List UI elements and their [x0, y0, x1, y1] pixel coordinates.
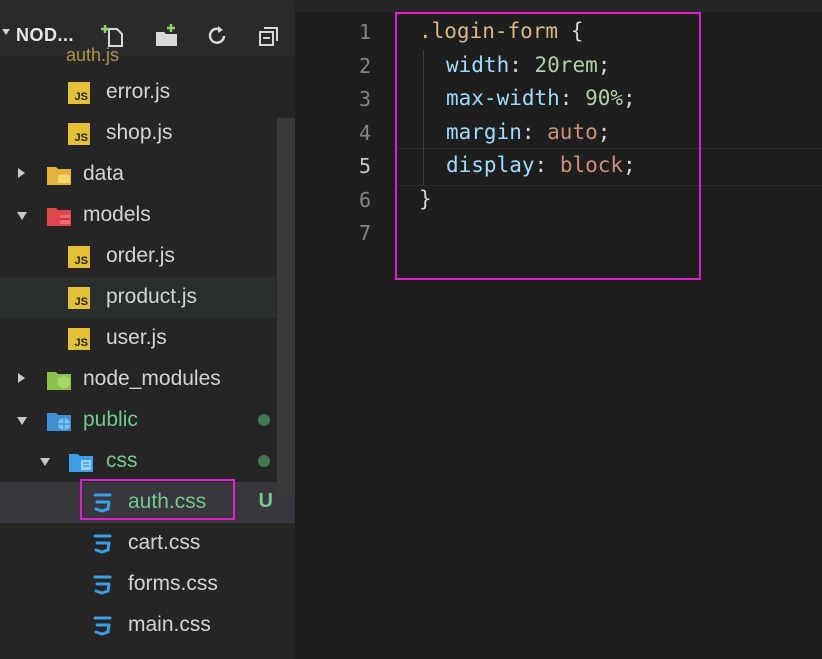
chevron-right-icon[interactable] — [18, 168, 25, 178]
tree-item-main-css[interactable]: main.css — [0, 605, 295, 646]
folder-icon — [46, 163, 74, 192]
modified-dot-icon — [258, 414, 270, 426]
tree-item-label: main.css — [128, 613, 211, 636]
refresh-icon[interactable] — [203, 22, 231, 50]
line-number: 1 — [358, 20, 371, 44]
js-badge-text: JS — [68, 328, 90, 350]
tree-item-label: shop.js — [106, 121, 173, 144]
explorer-title[interactable]: NOD... — [16, 25, 74, 46]
collapse-all-icon[interactable] — [255, 22, 283, 50]
line-number: 7 — [358, 221, 371, 245]
js-file-icon: JS — [68, 328, 90, 350]
tree-item-data[interactable]: data — [0, 154, 295, 195]
line-number: 6 — [358, 187, 371, 212]
js-badge-text: JS — [68, 123, 90, 145]
modified-dot-icon — [258, 455, 270, 467]
tree-item-label: css — [106, 449, 138, 472]
tab-bar — [295, 0, 822, 12]
folder-icon — [46, 409, 74, 438]
line-number: 4 — [358, 120, 371, 145]
annotation-box-code — [395, 12, 701, 280]
untracked-badge: U — [258, 490, 273, 512]
js-file-icon: JS — [68, 82, 90, 104]
tree-item-order-js[interactable]: JS order.js — [0, 236, 295, 277]
folder-icon — [46, 204, 74, 233]
css-file-icon — [90, 532, 114, 561]
tree-item-label: error.js — [106, 80, 171, 103]
tree-item-node-modules[interactable]: node_modules — [0, 359, 295, 400]
code-editor[interactable]: 1234567 .login-form {width: 20rem; max-wi… — [295, 0, 822, 659]
js-file-icon: JS — [68, 123, 90, 145]
tree-item-label: cart.css — [128, 531, 201, 554]
chevron-down-icon[interactable] — [17, 212, 27, 220]
tree-item-label: data — [83, 162, 124, 185]
line-number: 2 — [358, 53, 371, 78]
folder-icon — [68, 450, 96, 479]
tree-item-forms-css[interactable]: forms.css — [0, 564, 295, 605]
tree-item-label: order.js — [106, 244, 175, 267]
css-file-icon — [90, 614, 114, 643]
collapse-caret-icon[interactable] — [2, 29, 10, 35]
chevron-down-icon[interactable] — [17, 417, 27, 425]
tree-item-error-js[interactable]: JS error.js — [0, 72, 295, 113]
explorer-header: NOD... — [0, 0, 295, 56]
tree-item-models[interactable]: models — [0, 195, 295, 236]
chevron-down-icon[interactable] — [40, 458, 50, 466]
js-badge-text: JS — [68, 82, 90, 104]
tree-item-user-js[interactable]: JS user.js — [0, 318, 295, 359]
tree-item-shop-js[interactable]: JS shop.js — [0, 113, 295, 154]
line-number: 5 — [358, 154, 371, 178]
css-file-icon — [90, 573, 114, 602]
sidebar-scrollbar[interactable] — [277, 118, 295, 496]
js-file-icon: JS — [68, 287, 90, 309]
tree-item-label: forms.css — [128, 572, 218, 595]
new-folder-icon[interactable] — [152, 22, 180, 50]
tree-item-css[interactable]: css — [0, 441, 295, 482]
annotation-box-auth-css — [80, 479, 235, 520]
partial-file-item: auth.js — [66, 45, 120, 65]
tree-item-label: node_modules — [83, 367, 221, 390]
tree-item-label: user.js — [106, 326, 167, 349]
tree-item-public[interactable]: public — [0, 400, 295, 441]
js-file-icon: JS — [68, 246, 90, 268]
chevron-right-icon[interactable] — [18, 373, 25, 383]
folder-icon — [46, 368, 74, 397]
tree-item-label: public — [83, 408, 138, 431]
tree-item-label: product.js — [106, 285, 198, 308]
line-number: 3 — [358, 87, 371, 111]
tree-item-label: models — [83, 203, 151, 226]
js-badge-text: JS — [68, 287, 90, 309]
js-badge-text: JS — [68, 246, 90, 268]
tree-item-cart-css[interactable]: cart.css — [0, 523, 295, 564]
tree-item-product-js[interactable]: JS product.js — [0, 277, 295, 318]
explorer-sidebar: NOD... auth.js JS error.js JS shop.js data mo… — [0, 0, 295, 659]
